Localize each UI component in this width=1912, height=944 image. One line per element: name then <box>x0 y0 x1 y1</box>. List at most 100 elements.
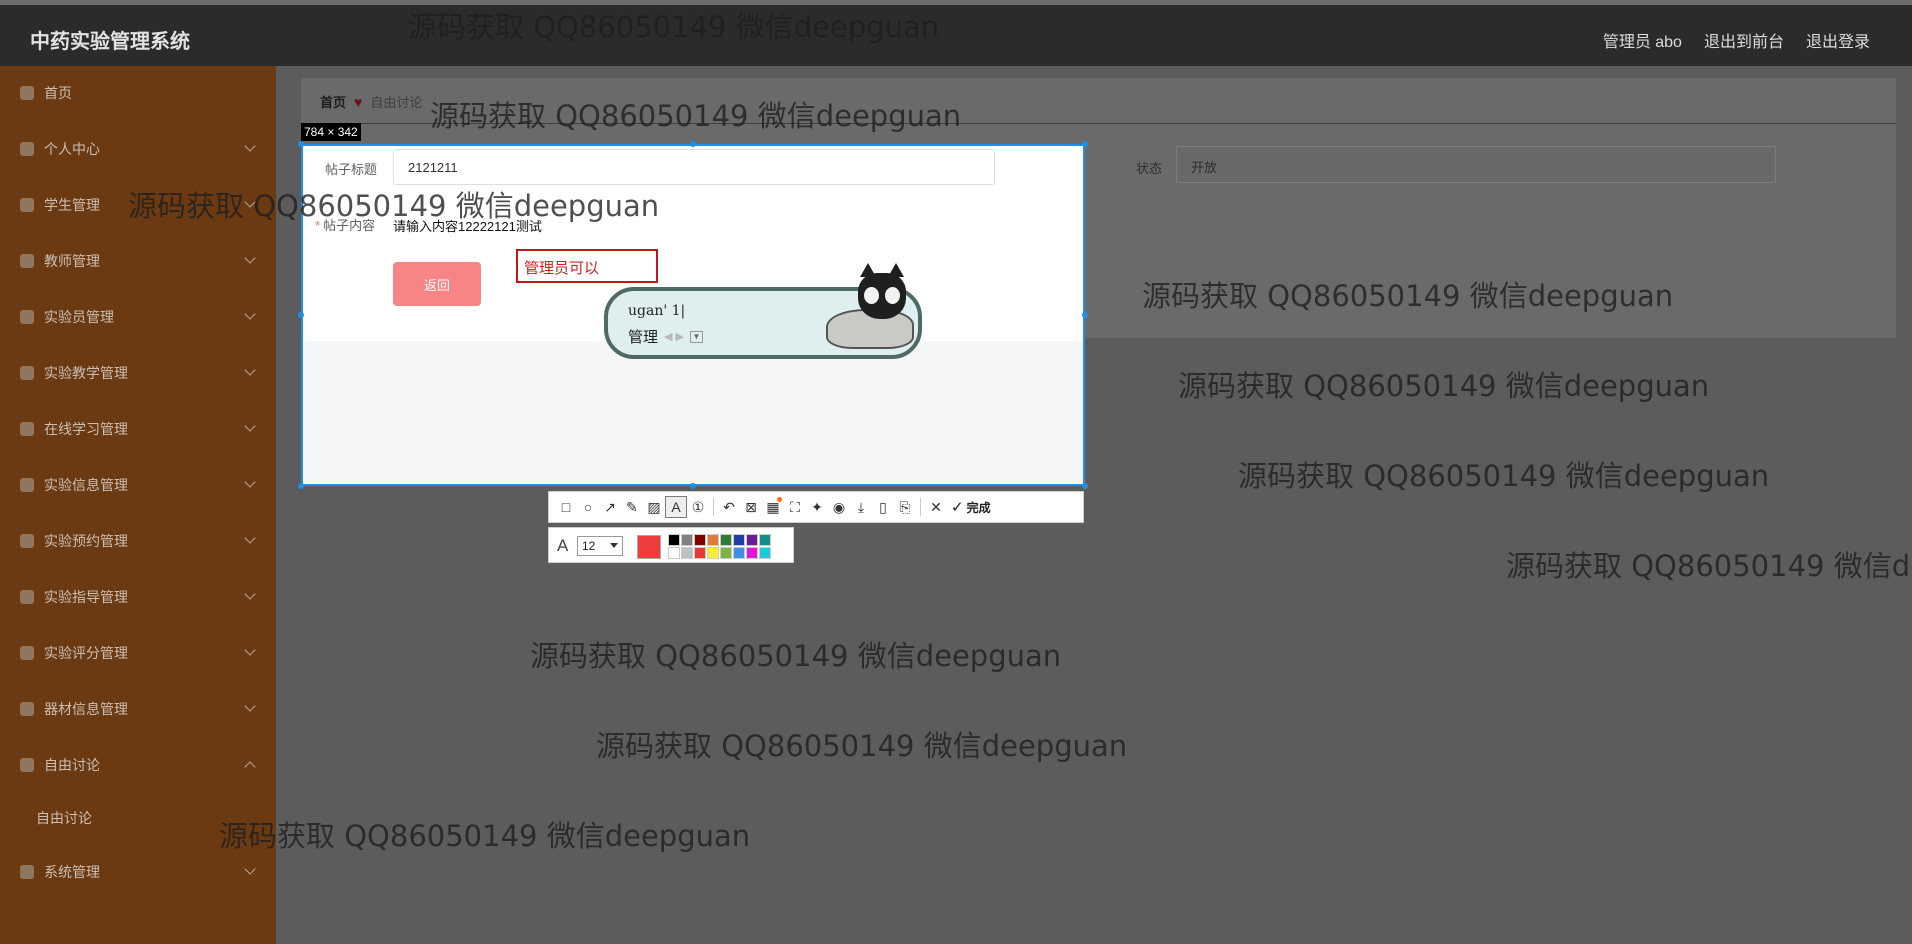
status-field[interactable]: 开放 <box>1176 146 1776 183</box>
ocr-icon[interactable]: ▦ <box>762 496 784 518</box>
toolbar-divider <box>713 498 714 516</box>
color-swatch[interactable] <box>707 534 719 546</box>
undo-icon[interactable]: ↶ <box>718 496 740 518</box>
color-swatch[interactable] <box>746 547 758 559</box>
sidebar-item-home[interactable]: 首页 <box>0 78 276 108</box>
watermark: 源码获取 QQ86050149 微信deepguan <box>408 10 940 44</box>
ime-candidate-window[interactable]: ugan' 1| 管理 ◀ ▶ ▼ <box>604 263 922 359</box>
guide-icon <box>20 590 34 604</box>
chevron-down-icon <box>244 476 256 488</box>
bookmark-icon[interactable]: ⎘ <box>894 496 916 518</box>
color-swatch[interactable] <box>681 547 693 559</box>
exit-to-frontend-link[interactable]: 退出到前台 <box>1704 28 1784 52</box>
sidebar-item-online-learning[interactable]: 在线学习管理 <box>0 414 276 444</box>
color-swatch[interactable] <box>668 534 680 546</box>
sidebar-item-lab-guidance[interactable]: 实验指导管理 <box>0 582 276 612</box>
back-button[interactable]: 返回 <box>393 262 481 306</box>
number-icon[interactable]: ① <box>687 496 709 518</box>
resize-handle[interactable] <box>690 141 696 147</box>
capture-size-label: 784 × 342 <box>301 123 361 141</box>
ime-page-arrows-icon[interactable]: ◀ ▶ <box>664 330 684 343</box>
sidebar-item-label: 实验信息管理 <box>44 477 128 493</box>
rectangle-icon[interactable]: □ <box>555 496 577 518</box>
phone-icon[interactable]: ▯ <box>872 496 894 518</box>
arrow-icon[interactable]: ↗ <box>599 496 621 518</box>
sidebar-item-lab-teaching[interactable]: 实验教学管理 <box>0 358 276 388</box>
watermark: 源码获取 QQ86050149 微信deepguan <box>1238 459 1770 493</box>
close-icon[interactable]: ✕ <box>925 496 947 518</box>
sidebar-item-lab-booking[interactable]: 实验预约管理 <box>0 526 276 556</box>
text-annotation-box[interactable]: 管理员可以 <box>516 249 658 283</box>
color-swatch[interactable] <box>681 534 693 546</box>
sidebar-item-label: 教师管理 <box>44 253 100 269</box>
logout-link[interactable]: 退出登录 <box>1806 28 1870 52</box>
chevron-down-icon <box>244 532 256 544</box>
sidebar-item-free-discussion[interactable]: 自由讨论 <box>0 750 276 780</box>
color-swatch[interactable] <box>720 547 732 559</box>
sidebar-item-equipment[interactable]: 器材信息管理 <box>0 694 276 724</box>
resize-handle[interactable] <box>1082 483 1088 489</box>
text-icon[interactable]: A <box>665 496 687 518</box>
ime-composition: ugan' 1| <box>628 303 686 319</box>
sidebar-item-lab-staff[interactable]: 实验员管理 <box>0 302 276 332</box>
ime-expand-icon[interactable]: ▼ <box>690 330 703 343</box>
top-bar: 中药实验管理系统 管理员 abo 退出到前台 退出登录 <box>0 0 1912 66</box>
resize-handle[interactable] <box>298 483 304 489</box>
scan-icon[interactable]: ⛶ <box>784 496 806 518</box>
sidebar-subitem-label: 自由讨论 <box>36 810 92 826</box>
color-swatch[interactable] <box>759 534 771 546</box>
pin-icon[interactable]: ✦ <box>806 496 828 518</box>
watermark: 源码获取 QQ86050149 微信deepguan <box>596 729 1128 763</box>
admin-user-link[interactable]: 管理员 abo <box>1603 28 1682 52</box>
color-swatch[interactable] <box>733 547 745 559</box>
color-swatch[interactable] <box>746 534 758 546</box>
post-title-input[interactable]: 2121211 <box>393 149 995 185</box>
done-button[interactable]: ✓ 完成 <box>951 498 991 516</box>
chevron-down-icon <box>244 863 256 875</box>
home-icon <box>20 86 34 100</box>
download-icon[interactable]: ⤓ <box>850 496 872 518</box>
watermark: 源码获取 QQ86050149 微信deepguan <box>1142 279 1674 313</box>
record-icon[interactable]: ◉ <box>828 496 850 518</box>
sidebar-item-lab-scoring[interactable]: 实验评分管理 <box>0 638 276 668</box>
breadcrumb-home[interactable]: 首页 <box>320 92 346 111</box>
sidebar-item-teachers[interactable]: 教师管理 <box>0 246 276 276</box>
mascot-eye <box>885 287 900 304</box>
resize-handle[interactable] <box>298 141 304 147</box>
resize-handle[interactable] <box>1082 312 1088 318</box>
font-size-value: 12 <box>582 539 596 553</box>
current-color-swatch[interactable] <box>637 535 661 559</box>
sidebar-item-label: 在线学习管理 <box>44 421 128 437</box>
pen-icon[interactable]: ✎ <box>621 496 643 518</box>
resize-handle[interactable] <box>690 483 696 489</box>
resize-handle[interactable] <box>1082 141 1088 147</box>
chevron-down-icon <box>244 140 256 152</box>
sidebar-item-personal-center[interactable]: 个人中心 <box>0 134 276 164</box>
chevron-down-icon <box>244 588 256 600</box>
long-screenshot-icon[interactable]: ⊠ <box>740 496 762 518</box>
sidebar-item-label: 实验指导管理 <box>44 589 128 605</box>
font-size-select[interactable]: 12 <box>577 536 623 556</box>
resize-handle[interactable] <box>298 312 304 318</box>
color-swatch[interactable] <box>707 547 719 559</box>
color-swatch[interactable] <box>720 534 732 546</box>
equipment-icon <box>20 702 34 716</box>
watermark: 源码获取 QQ86050149 微信deepguan <box>1178 369 1710 403</box>
color-swatch[interactable] <box>733 534 745 546</box>
sidebar-item-system[interactable]: 系统管理 <box>0 857 276 887</box>
new-badge <box>777 497 782 502</box>
sidebar-item-lab-info[interactable]: 实验信息管理 <box>0 470 276 500</box>
color-swatch[interactable] <box>759 547 771 559</box>
ime-candidate[interactable]: 管理 <box>628 326 658 347</box>
student-icon <box>20 198 34 212</box>
color-swatch[interactable] <box>694 534 706 546</box>
watermark: 源码获取 QQ86050149 微信deepguan <box>128 189 660 223</box>
list-icon <box>20 422 34 436</box>
chevron-down-icon <box>244 700 256 712</box>
chevron-down-icon <box>244 644 256 656</box>
color-swatch[interactable] <box>668 547 680 559</box>
ellipse-icon[interactable]: ○ <box>577 496 599 518</box>
status-label: 状态 <box>1136 161 1163 176</box>
color-swatch[interactable] <box>694 547 706 559</box>
mosaic-icon[interactable]: ▨ <box>643 496 665 518</box>
